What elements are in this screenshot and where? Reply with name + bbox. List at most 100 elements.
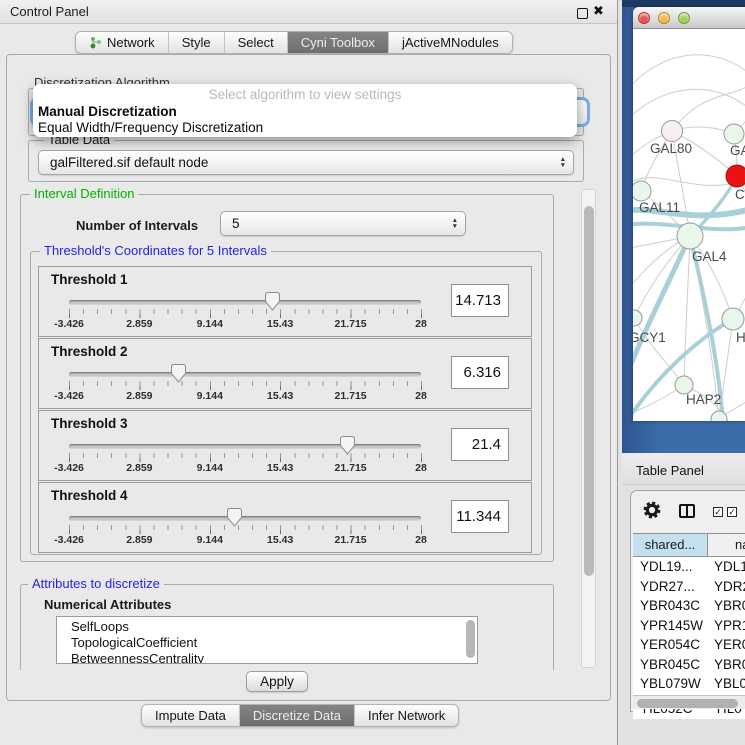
stepper-arrows-icon: ▲▼ <box>560 157 566 169</box>
tab-select[interactable]: Select <box>225 32 288 53</box>
interval-definition-title: Interval Definition <box>30 187 138 201</box>
node-gal4[interactable] <box>677 223 703 249</box>
node-gal11[interactable] <box>633 181 651 201</box>
columns-icon[interactable] <box>679 504 695 518</box>
numerical-attributes-list: SelfLoops TopologicalCoefficient Between… <box>56 616 478 664</box>
tab-label: Impute Data <box>155 705 226 726</box>
threshold-3-slider-track[interactable] <box>69 444 421 449</box>
threshold-2-slider-track[interactable] <box>69 372 421 377</box>
zoom-traffic-light[interactable] <box>678 12 690 24</box>
thresholds-group-title: Threshold's Coordinates for 5 Intervals <box>40 244 271 258</box>
list-item-topologicalcoefficient[interactable]: TopologicalCoefficient <box>57 635 477 651</box>
tab-cyni-toolbox[interactable]: Cyni Toolbox <box>288 32 389 53</box>
network-canvas[interactable]: GAL80 GA C GAL11 GAL4 GCY1 H HAP2 <box>633 29 745 421</box>
right-region: GAL80 GA C GAL11 GAL4 GCY1 H HAP2 Table … <box>618 0 745 745</box>
tab-network[interactable]: Network <box>76 32 169 53</box>
threshold-1-slider-thumb[interactable] <box>265 292 280 311</box>
threshold-3-slider-thumb[interactable] <box>340 436 355 455</box>
tick-label: 28 <box>415 318 427 330</box>
cell-shared-name[interactable]: YER054C <box>640 635 700 655</box>
table-data-combobox[interactable]: galFiltered.sif default node ▲▼ <box>38 150 574 175</box>
cell-shared-name[interactable]: YBR043C <box>640 596 700 616</box>
close-traffic-light[interactable] <box>638 12 650 24</box>
cell-shared-name[interactable]: YDR27... <box>640 577 695 597</box>
cell-shared-name[interactable]: YDL19... <box>640 557 693 577</box>
threshold-4-label: Threshold 4 <box>51 488 128 503</box>
node-red-selected[interactable] <box>726 165 745 187</box>
minimize-traffic-light[interactable] <box>658 12 670 24</box>
slider-ticks <box>69 381 422 390</box>
node-top-right[interactable] <box>724 124 744 144</box>
close-icon[interactable]: ✖ <box>593 3 604 19</box>
checkbox-icon[interactable]: ✓ <box>713 507 723 517</box>
tab-discretize-data[interactable]: Discretize Data <box>240 705 355 726</box>
threshold-2-slider-thumb[interactable] <box>171 364 186 383</box>
tick-label: -3.426 <box>54 462 84 474</box>
control-panel-tabs: Network Style Select Cyni Toolbox jActiv… <box>75 31 513 54</box>
tab-jactivemnodules[interactable]: jActiveMNodules <box>389 32 512 53</box>
node-attribute-table: shared... na YDL19... YDL1 YDR27... YDR2 Y… <box>633 533 745 709</box>
table-horizontal-scrollbar-thumb[interactable] <box>637 699 738 708</box>
cell-name[interactable]: YDL1 <box>714 557 745 577</box>
cell-name[interactable]: YBR0 <box>714 596 745 616</box>
dropdown-option-equal-width-frequency[interactable]: Equal Width/Frequency Discretization <box>33 120 577 136</box>
table-row[interactable]: YBR045C YBR0 <box>633 655 745 675</box>
slider-tick-labels: -3.426 2.859 9.144 15.43 21.715 28 <box>69 462 421 474</box>
table-row[interactable]: YDL19... YDL1 <box>633 557 745 577</box>
table-row[interactable]: YER054C YER0 <box>633 635 745 655</box>
threshold-3-value-field[interactable]: 21.4 <box>451 428 509 461</box>
list-item-betweennesscentrality[interactable]: BetweennessCentrality <box>57 651 477 664</box>
node-label-gcy1: GCY1 <box>633 330 666 345</box>
table-horizontal-scrollbar[interactable] <box>633 695 745 709</box>
settings-scrollbar-thumb[interactable] <box>584 206 594 576</box>
dropdown-prompt: Select algorithm to view settings <box>33 84 577 104</box>
tab-label: Discretize Data <box>253 705 341 726</box>
tick-label: -3.426 <box>54 318 84 330</box>
table-row[interactable]: YBL079W YBL0 <box>633 674 745 694</box>
column-header-name[interactable]: na <box>708 533 745 557</box>
network-window-titlebar[interactable] <box>633 7 745 29</box>
node-gal80[interactable] <box>662 121 683 142</box>
cell-name[interactable]: YBL0 <box>714 674 745 694</box>
cell-shared-name[interactable]: YBR045C <box>640 655 700 675</box>
node-gcy1[interactable] <box>633 310 642 326</box>
table-row[interactable]: YPR145W YPR1 <box>633 616 745 636</box>
threshold-2-value-field[interactable]: 6.316 <box>451 356 509 389</box>
threshold-4-slider-track[interactable] <box>69 516 421 521</box>
table-row[interactable]: YDR27... YDR2 <box>633 577 745 597</box>
attributes-list-scrollbar[interactable] <box>466 620 475 658</box>
apply-button[interactable]: Apply <box>246 671 308 692</box>
threshold-4-slider-thumb[interactable] <box>227 508 242 527</box>
tab-infer-network[interactable]: Infer Network <box>355 705 458 726</box>
tab-style[interactable]: Style <box>169 32 225 53</box>
threshold-1-value-field[interactable]: 14.713 <box>451 284 509 317</box>
panel-title: Control Panel <box>10 4 89 19</box>
tick-label: 21.715 <box>335 534 367 546</box>
checkbox-icon[interactable]: ✓ <box>727 507 737 517</box>
gear-icon[interactable] <box>643 501 661 519</box>
node-h[interactable] <box>722 308 744 330</box>
number-of-intervals-value: 5 <box>232 212 240 235</box>
cell-shared-name[interactable]: YBL079W <box>640 674 701 694</box>
float-window-icon[interactable] <box>577 8 588 19</box>
threshold-4-panel: Threshold 4 -3.426 2.859 9.144 15.43 21.… <box>38 482 532 553</box>
cell-shared-name[interactable]: YPR145W <box>640 616 703 636</box>
threshold-4-value-field[interactable]: 11.344 <box>451 500 509 533</box>
cell-name[interactable]: YPR1 <box>714 616 745 636</box>
tab-label: Select <box>238 32 274 53</box>
cell-name[interactable]: YDR2 <box>714 577 745 597</box>
slider-ticks <box>69 525 422 534</box>
tick-label: 15.43 <box>267 318 293 330</box>
column-header-shared-name[interactable]: shared... <box>633 533 708 557</box>
threshold-2-panel: Threshold 2 -3.426 2.859 9.144 15.43 21.… <box>38 338 532 409</box>
cell-name[interactable]: YBR0 <box>714 655 745 675</box>
cell-name[interactable]: YER0 <box>714 635 745 655</box>
number-of-intervals-combobox[interactable]: 5 ▲▼ <box>220 211 466 236</box>
table-row[interactable]: YBR043C YBR0 <box>633 596 745 616</box>
threshold-1-slider-track[interactable] <box>69 300 421 305</box>
node-bottom[interactable] <box>711 411 727 421</box>
list-item-selfloops[interactable]: SelfLoops <box>57 617 477 635</box>
tab-impute-data[interactable]: Impute Data <box>142 705 240 726</box>
control-panel: Control Panel ✖ Network Style Select Cyn… <box>0 0 618 745</box>
dropdown-option-manual-discretization[interactable]: Manual Discretization <box>33 104 577 120</box>
